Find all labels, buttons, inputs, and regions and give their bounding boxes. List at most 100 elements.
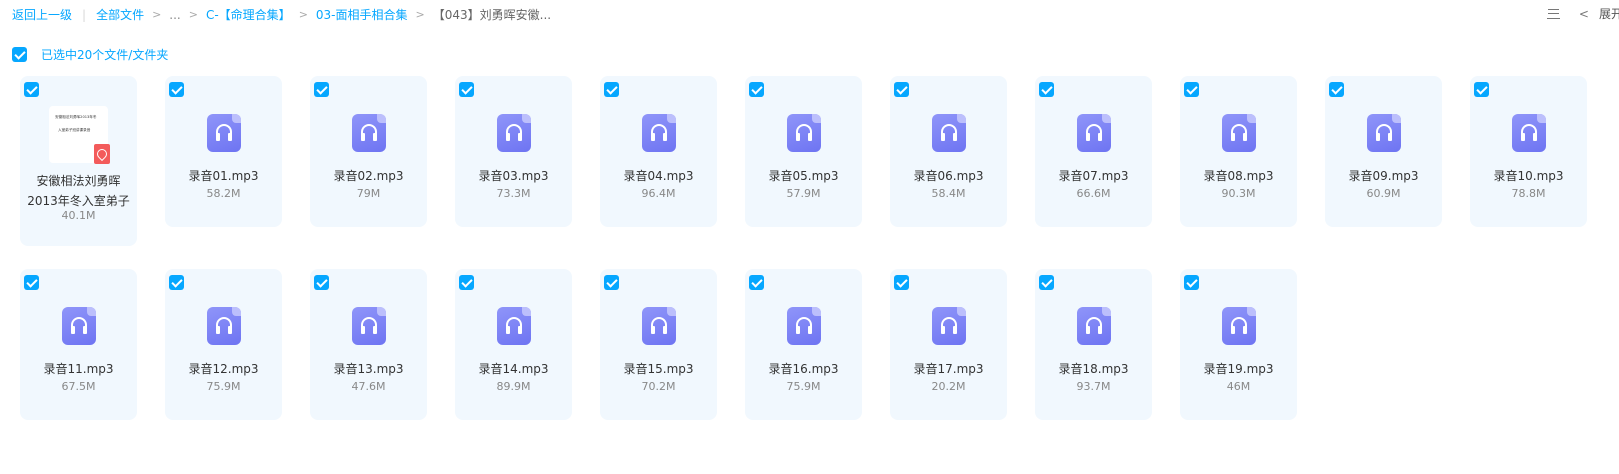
file-checkbox[interactable] [459, 82, 474, 97]
pdf-thumb-line: 安徽相法刘勇晖2013年冬 [55, 115, 97, 119]
file-checkbox[interactable] [749, 275, 764, 290]
file-checkbox[interactable] [24, 275, 39, 290]
file-size: 47.6M [351, 380, 386, 393]
file-checkbox[interactable] [169, 82, 184, 97]
headphones-icon [796, 317, 812, 335]
file-checkbox[interactable] [314, 82, 329, 97]
file-card[interactable]: 录音08.mp3 90.3M [1180, 76, 1297, 227]
file-size: 70.2M [641, 380, 676, 393]
file-card[interactable]: 录音07.mp3 66.6M [1035, 76, 1152, 227]
headphones-icon [941, 317, 957, 335]
file-card[interactable]: 录音09.mp3 60.9M [1325, 76, 1442, 227]
file-checkbox[interactable] [749, 82, 764, 97]
file-size: 58.4M [931, 187, 966, 200]
headphones-icon [651, 317, 667, 335]
breadcrumb-separator: > [298, 8, 308, 21]
breadcrumb-separator: > [188, 8, 198, 21]
headphones-icon [216, 317, 232, 335]
file-name: 录音16.mp3 [768, 362, 839, 376]
audio-file-icon [352, 307, 386, 345]
file-card[interactable]: 录音01.mp3 58.2M [165, 76, 282, 227]
file-size: 93.7M [1076, 380, 1111, 393]
back-up-link[interactable]: 返回上一级 [12, 6, 72, 23]
file-card[interactable]: 录音15.mp3 70.2M [600, 269, 717, 420]
file-card[interactable]: 录音04.mp3 96.4M [600, 76, 717, 227]
file-size: 90.3M [1221, 187, 1256, 200]
pdf-thumb-line: 入室弟子班讲课录音 [58, 128, 91, 132]
audio-file-icon [642, 307, 676, 345]
file-name: 录音17.mp3 [913, 362, 984, 376]
file-name: 录音05.mp3 [768, 169, 839, 183]
file-checkbox[interactable] [1039, 275, 1054, 290]
audio-file-icon [1222, 307, 1256, 345]
file-size: 75.9M [786, 380, 821, 393]
file-card[interactable]: 录音18.mp3 93.7M [1035, 269, 1152, 420]
breadcrumb-ellipsis[interactable]: ... [169, 8, 180, 22]
file-card[interactable]: 录音02.mp3 79M [310, 76, 427, 227]
file-checkbox[interactable] [169, 275, 184, 290]
breadcrumb-all-files[interactable]: 全部文件 [96, 6, 144, 23]
file-name: 录音13.mp3 [333, 362, 404, 376]
file-checkbox[interactable] [1184, 82, 1199, 97]
headphones-icon [216, 124, 232, 142]
file-card-pdf[interactable]: 安徽相法刘勇晖2013年冬 入室弟子班讲课录音 安徽相法刘勇晖2013年冬入室弟… [20, 76, 137, 246]
file-card[interactable]: 录音16.mp3 75.9M [745, 269, 862, 420]
audio-file-icon [207, 114, 241, 152]
audio-file-icon [352, 114, 386, 152]
headphones-icon [941, 124, 957, 142]
file-card[interactable]: 录音19.mp3 46M [1180, 269, 1297, 420]
file-checkbox[interactable] [314, 275, 329, 290]
top-bar: 返回上一级 | 全部文件 > ... > C-【命理合集】 > 03-面相手相合… [0, 0, 1619, 30]
file-card[interactable]: 录音14.mp3 89.9M [455, 269, 572, 420]
breadcrumb-folder-03[interactable]: 03-面相手相合集 [316, 6, 408, 23]
file-card[interactable]: 录音13.mp3 47.6M [310, 269, 427, 420]
list-view-icon[interactable] [1546, 7, 1561, 21]
selection-count-text: 已选中20个文件/文件夹 [41, 48, 169, 62]
file-size: 46M [1226, 380, 1251, 393]
file-card[interactable]: 录音12.mp3 75.9M [165, 269, 282, 420]
audio-file-icon [787, 114, 821, 152]
file-card[interactable]: 录音17.mp3 20.2M [890, 269, 1007, 420]
file-checkbox[interactable] [1329, 82, 1344, 97]
file-checkbox[interactable] [604, 275, 619, 290]
file-name: 录音06.mp3 [913, 169, 984, 183]
file-checkbox[interactable] [459, 275, 474, 290]
headphones-icon [361, 317, 377, 335]
breadcrumb-divider: | [82, 7, 87, 22]
headphones-icon [1231, 317, 1247, 335]
collapse-chevron-icon[interactable]: < [1579, 7, 1589, 21]
file-checkbox[interactable] [1039, 82, 1054, 97]
file-card[interactable]: 录音06.mp3 58.4M [890, 76, 1007, 227]
file-name: 录音02.mp3 [333, 169, 404, 183]
file-checkbox[interactable] [604, 82, 619, 97]
file-checkbox[interactable] [894, 82, 909, 97]
breadcrumb-folder-c[interactable]: C-【命理合集】 [206, 6, 291, 23]
file-size: 78.8M [1511, 187, 1546, 200]
file-card[interactable]: 录音05.mp3 57.9M [745, 76, 862, 227]
file-card[interactable]: 录音03.mp3 73.3M [455, 76, 572, 227]
file-checkbox[interactable] [24, 82, 39, 97]
file-card[interactable]: 录音11.mp3 67.5M [20, 269, 137, 420]
view-controls: < 展开 [1546, 5, 1619, 22]
select-all-checkbox[interactable] [12, 47, 27, 62]
audio-file-icon [62, 307, 96, 345]
file-name: 录音18.mp3 [1058, 362, 1129, 376]
audio-file-icon [1512, 114, 1546, 152]
file-size: 73.3M [496, 187, 531, 200]
file-name: 录音15.mp3 [623, 362, 694, 376]
audio-file-icon [932, 307, 966, 345]
file-card[interactable]: 录音10.mp3 78.8M [1470, 76, 1587, 227]
file-checkbox[interactable] [1184, 275, 1199, 290]
file-size: 40.1M [61, 209, 96, 222]
headphones-icon [71, 317, 87, 335]
file-checkbox[interactable] [894, 275, 909, 290]
expand-button[interactable]: 展开 [1599, 5, 1619, 22]
audio-file-icon [787, 307, 821, 345]
headphones-icon [1521, 124, 1537, 142]
file-checkbox[interactable] [1474, 82, 1489, 97]
file-size: 67.5M [61, 380, 96, 393]
headphones-icon [651, 124, 667, 142]
file-size: 58.2M [206, 187, 241, 200]
headphones-icon [506, 124, 522, 142]
file-name: 录音07.mp3 [1058, 169, 1129, 183]
